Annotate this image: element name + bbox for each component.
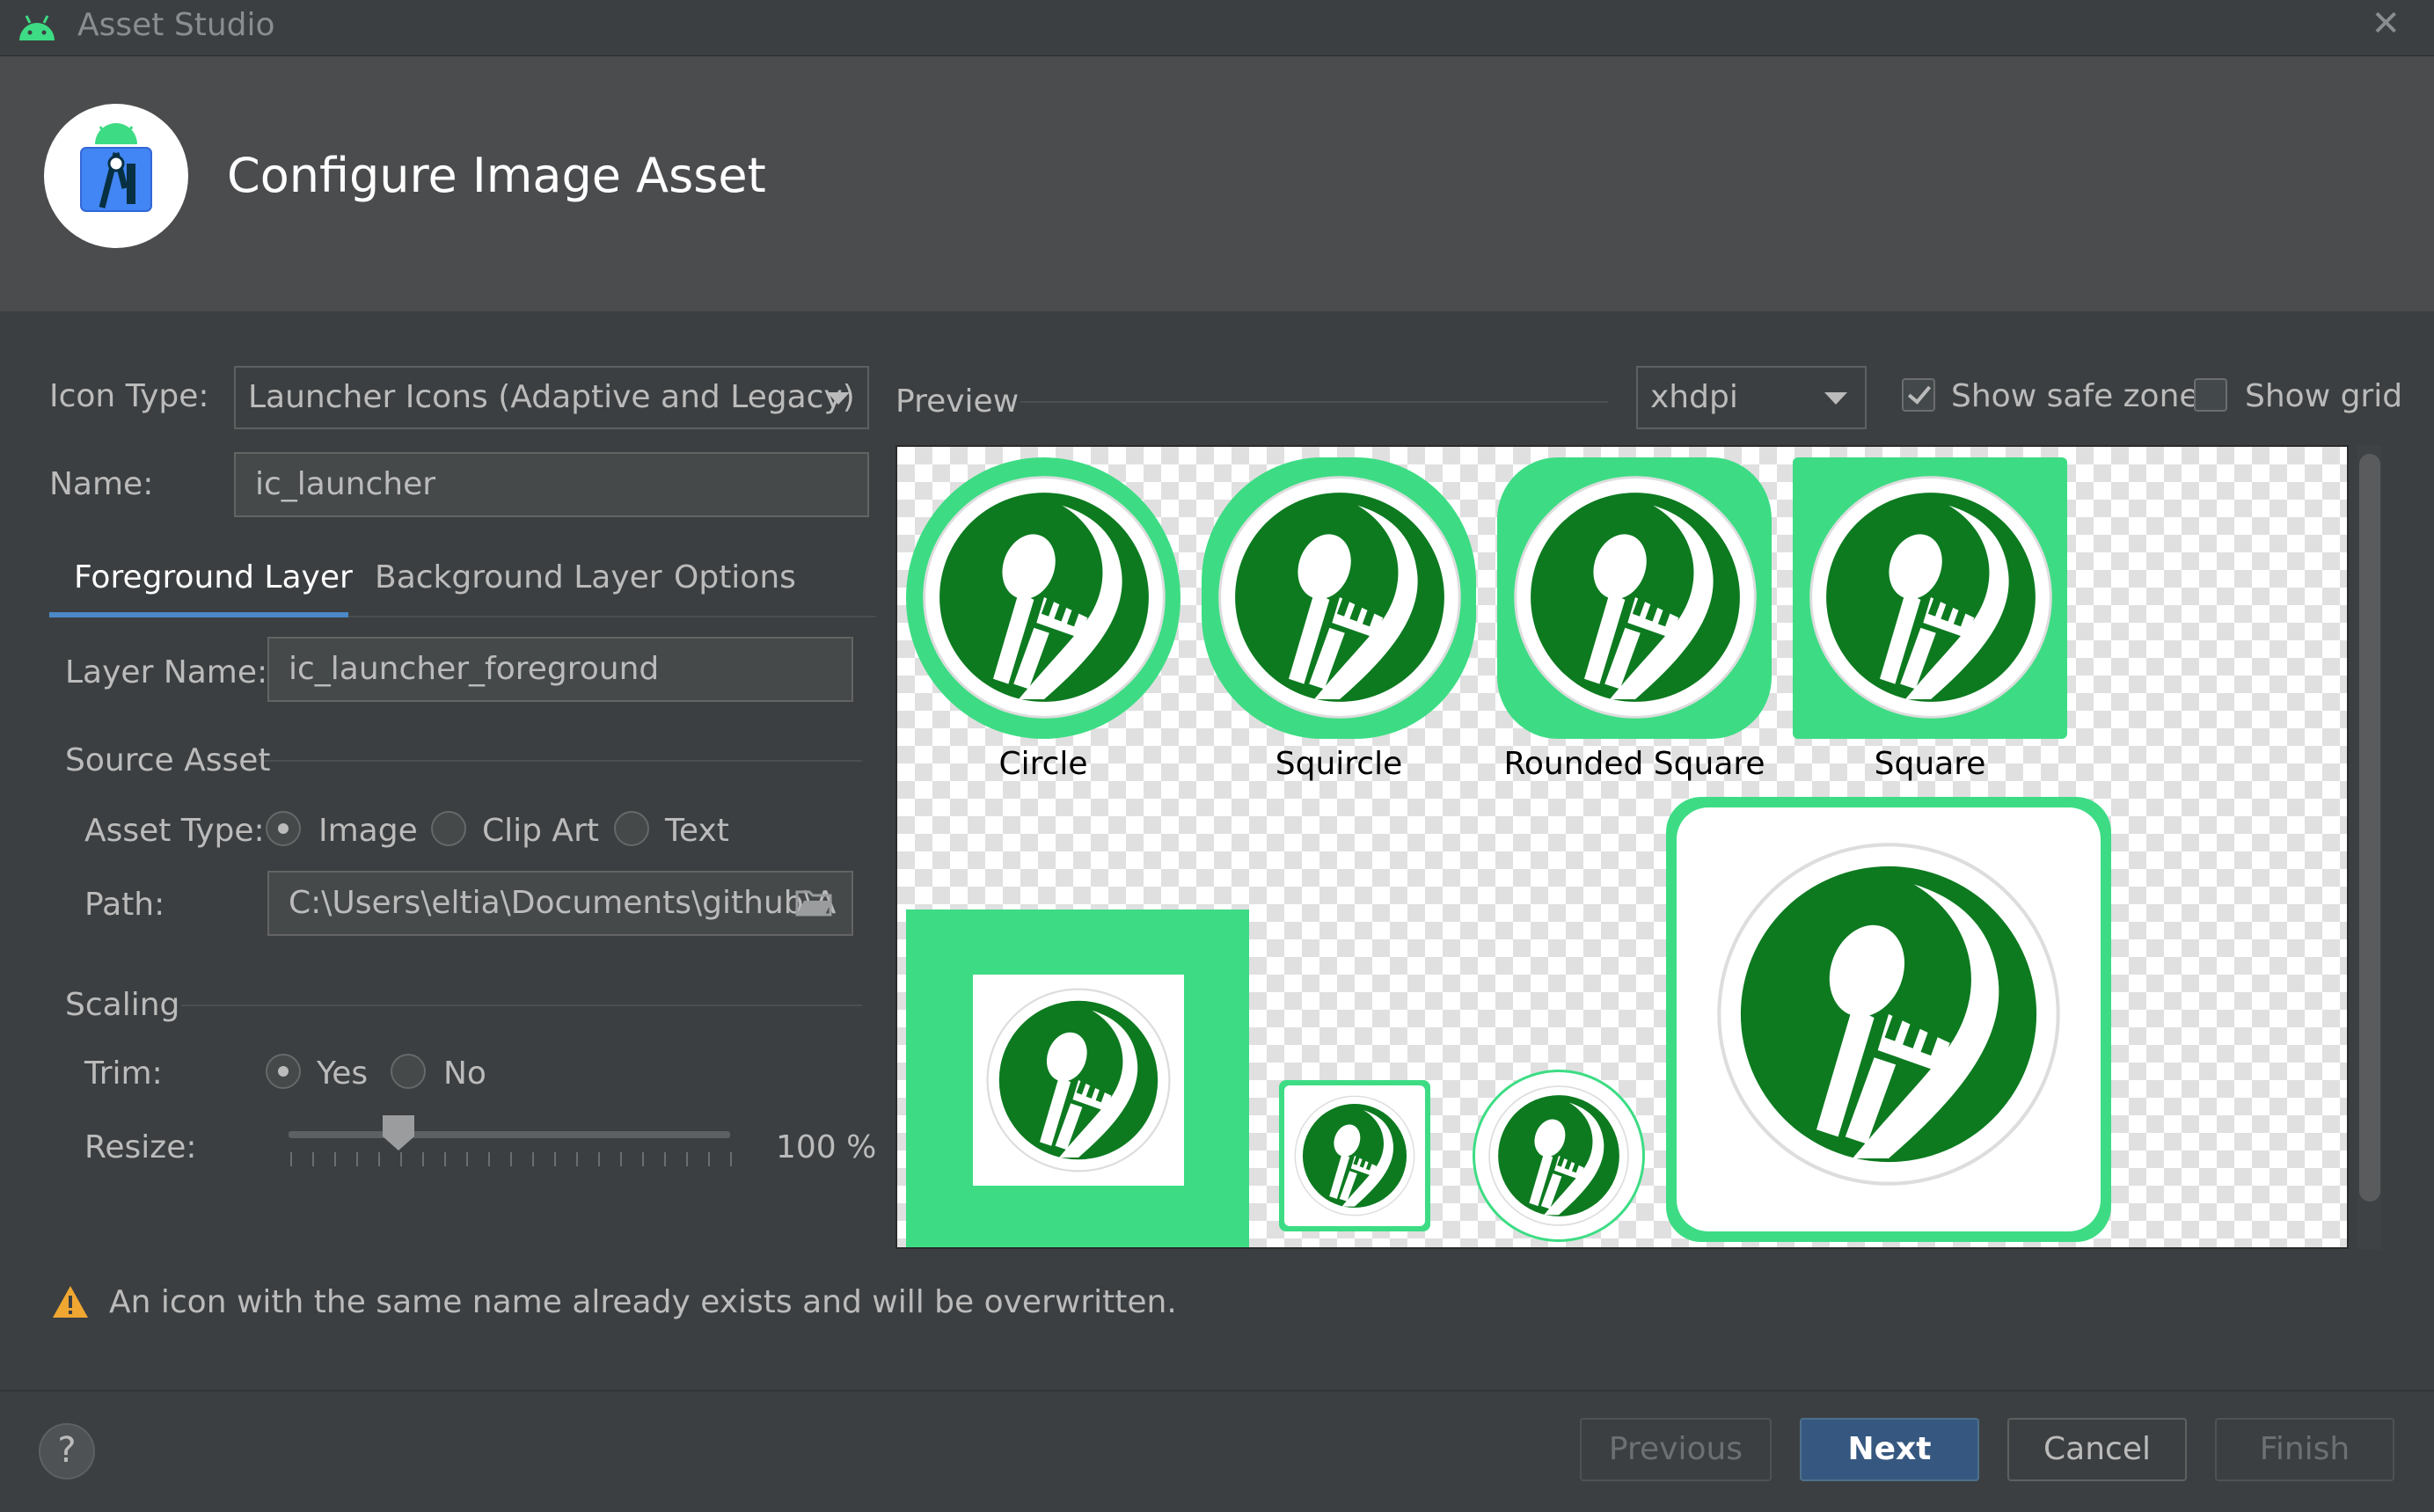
tab-foreground-layer[interactable]: Foreground Layer [74, 559, 353, 595]
slider-tick [488, 1152, 490, 1166]
asset-type-clipart-radio[interactable] [431, 811, 466, 846]
android-studio-logo [44, 104, 188, 248]
resize-slider-track[interactable] [289, 1131, 730, 1138]
resize-slider-thumb[interactable] [381, 1114, 416, 1152]
asset-type-text-radio[interactable] [614, 811, 649, 846]
cancel-button[interactable]: Cancel [2007, 1418, 2187, 1481]
scaling-separator [181, 1004, 862, 1006]
name-label: Name: [49, 466, 154, 502]
trim-no-radio[interactable] [391, 1054, 426, 1089]
source-asset-separator [264, 760, 862, 762]
preview-label: Preview [895, 383, 1020, 420]
path-value: C:\Users\eltia\Documents\github\A [289, 885, 837, 921]
density-value: xhdpi [1650, 379, 1738, 415]
chevron-down-icon [1824, 392, 1847, 405]
android-icon [19, 15, 55, 40]
finish-button[interactable]: Finish [2215, 1418, 2394, 1481]
previous-button[interactable]: Previous [1580, 1418, 1772, 1481]
asset-type-image-radio[interactable] [266, 811, 301, 846]
small-circle-preview [1473, 1070, 1645, 1242]
density-dropdown[interactable]: xhdpi [1636, 366, 1867, 429]
asset-type-image-label: Image [318, 813, 418, 849]
resize-value: 100 % [776, 1129, 877, 1165]
page-title: Configure Image Asset [227, 148, 766, 203]
preview-separator [1020, 401, 1608, 403]
scrollbar-thumb[interactable] [2359, 454, 2380, 1202]
asset-type-text-label: Text [665, 813, 729, 849]
dialog-header: Configure Image Asset [0, 56, 2434, 311]
source-asset-title: Source Asset [65, 742, 271, 778]
slider-tick [400, 1152, 402, 1166]
tab-options[interactable]: Options [674, 559, 796, 595]
slider-tick [510, 1152, 512, 1166]
slider-tick [664, 1152, 666, 1166]
slider-tick [334, 1152, 336, 1166]
scaling-title: Scaling [65, 987, 180, 1023]
trim-yes-label: Yes [317, 1055, 369, 1092]
small-rounded-preview [1279, 1080, 1430, 1231]
slider-tick [444, 1152, 446, 1166]
rounded-square-preview [1497, 457, 1772, 739]
compass-icon [80, 123, 152, 212]
shape-label: Square [1874, 746, 1986, 782]
tab-background-layer[interactable]: Background Layer [375, 559, 662, 595]
slider-tick [466, 1152, 468, 1166]
preview-scrollbar[interactable] [2357, 445, 2382, 1249]
show-grid-checkbox[interactable] [2194, 378, 2227, 412]
slider-tick [290, 1152, 292, 1166]
slider-tick [356, 1152, 358, 1166]
slider-tick [422, 1152, 424, 1166]
layer-name-field[interactable]: ic_launcher_foreground [267, 637, 853, 702]
large-rounded-preview [1666, 797, 2111, 1242]
next-button[interactable]: Next [1800, 1418, 1979, 1481]
squircle-preview [1202, 457, 1476, 739]
trim-no-label: No [443, 1055, 486, 1092]
slider-tick [576, 1152, 578, 1166]
preview-panel: Circle Squircle Rounded Square Square [895, 445, 2349, 1249]
slider-tick [708, 1152, 710, 1166]
folder-icon[interactable] [795, 888, 834, 918]
slider-tick [730, 1152, 732, 1166]
slider-tick [312, 1152, 314, 1166]
tab-selected-indicator [49, 612, 348, 617]
circle-preview [906, 457, 1180, 739]
resize-label: Resize: [84, 1129, 197, 1165]
slider-tick [378, 1152, 380, 1166]
help-button[interactable]: ? [39, 1423, 95, 1479]
shape-label: Rounded Square [1503, 746, 1765, 782]
legacy-square-preview [906, 909, 1249, 1247]
icon-type-value: Launcher Icons (Adaptive and Legacy) [248, 379, 855, 415]
slider-tick [642, 1152, 644, 1166]
path-field[interactable]: C:\Users\eltia\Documents\github\A [267, 871, 853, 936]
slider-tick [554, 1152, 556, 1166]
shape-label: Squircle [1275, 746, 1403, 782]
warning-icon [53, 1286, 88, 1318]
show-safe-zone-checkbox[interactable] [1902, 378, 1935, 412]
layer-name-label: Layer Name: [65, 654, 268, 690]
footer-divider [0, 1390, 2434, 1391]
warning-message: An icon with the same name already exist… [109, 1284, 1177, 1320]
name-field[interactable]: ic_launcher [234, 452, 869, 517]
path-label: Path: [84, 887, 165, 923]
show-grid-label: Show grid [2245, 378, 2403, 414]
asset-type-clipart-label: Clip Art [482, 813, 599, 849]
slider-tick [532, 1152, 534, 1166]
window-title: Asset Studio [77, 7, 275, 43]
trim-yes-radio[interactable] [266, 1054, 301, 1089]
square-preview [1793, 457, 2067, 739]
slider-tick [598, 1152, 600, 1166]
slider-tick [686, 1152, 688, 1166]
title-bar: Asset Studio ✕ [0, 0, 2434, 56]
asset-type-label: Asset Type: [84, 813, 265, 849]
trim-label: Trim: [84, 1055, 163, 1092]
close-icon[interactable]: ✕ [2371, 4, 2401, 44]
icon-type-label: Icon Type: [49, 378, 209, 414]
chevron-down-icon [827, 392, 850, 405]
icon-type-dropdown[interactable]: Launcher Icons (Adaptive and Legacy) [234, 366, 869, 429]
show-safe-zone-label: Show safe zone [1951, 378, 2199, 414]
slider-tick [620, 1152, 622, 1166]
